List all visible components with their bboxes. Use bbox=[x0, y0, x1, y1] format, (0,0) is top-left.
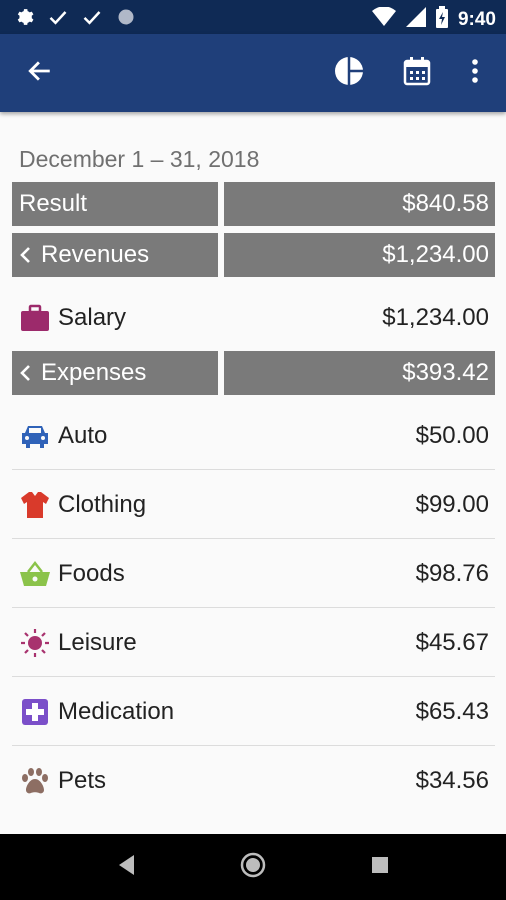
nav-home-button[interactable] bbox=[238, 852, 268, 882]
sun-icon bbox=[18, 628, 52, 658]
expenses-amount-text: $393.42 bbox=[402, 359, 489, 386]
more-vert-icon bbox=[471, 58, 479, 89]
back-button[interactable] bbox=[19, 52, 61, 94]
home-circle-icon bbox=[239, 851, 267, 884]
revenue-item-salary[interactable]: Salary $1,234.00 bbox=[12, 284, 495, 352]
expense-item-leisure[interactable]: Leisure $45.67 bbox=[12, 609, 495, 677]
expense-item-clothing[interactable]: Clothing $99.00 bbox=[12, 471, 495, 539]
item-name: Leisure bbox=[58, 628, 137, 656]
revenues-toggle[interactable]: Revenues bbox=[12, 233, 218, 277]
nav-back-button[interactable] bbox=[112, 852, 142, 882]
expenses-amount: $393.42 bbox=[224, 351, 495, 395]
calendar-button[interactable] bbox=[396, 52, 438, 94]
item-amount: $34.56 bbox=[415, 767, 489, 794]
settings-icon bbox=[14, 7, 34, 32]
circle-icon bbox=[116, 7, 136, 32]
status-time: 9:40 bbox=[457, 8, 496, 30]
medical-cross-icon bbox=[18, 697, 52, 727]
result-label: Result bbox=[12, 182, 218, 226]
expenses-label: Expenses bbox=[41, 359, 147, 386]
expenses-toggle[interactable]: Expenses bbox=[12, 351, 218, 395]
check-icon bbox=[48, 7, 68, 32]
revenues-amount-text: $1,234.00 bbox=[382, 241, 489, 268]
item-name: Salary bbox=[58, 304, 127, 331]
item-amount: $98.76 bbox=[415, 559, 489, 587]
expense-item-medication[interactable]: Medication $65.43 bbox=[12, 678, 495, 746]
result-amount-text: $840.58 bbox=[402, 190, 489, 217]
chart-button[interactable] bbox=[328, 52, 370, 94]
item-amount: $99.00 bbox=[415, 490, 489, 518]
item-amount: $65.43 bbox=[415, 697, 489, 725]
item-name: Foods bbox=[58, 559, 125, 587]
briefcase-icon bbox=[18, 303, 52, 333]
wifi-icon bbox=[371, 6, 396, 32]
pie-chart-icon bbox=[333, 55, 365, 92]
expense-item-auto[interactable]: Auto $50.00 bbox=[12, 402, 495, 470]
item-name: Pets bbox=[58, 767, 107, 794]
item-name: Auto bbox=[58, 421, 108, 449]
basket-icon bbox=[18, 559, 52, 589]
check-icon bbox=[82, 7, 102, 32]
back-arrow-icon bbox=[27, 58, 53, 89]
result-label-text: Result bbox=[19, 190, 88, 217]
revenues-label: Revenues bbox=[41, 241, 150, 268]
battery-icon bbox=[435, 6, 448, 33]
car-icon bbox=[18, 421, 52, 451]
paw-icon bbox=[18, 766, 52, 796]
recents-square-icon bbox=[370, 855, 390, 880]
chevron-left-icon bbox=[19, 246, 33, 264]
more-options-button[interactable] bbox=[454, 52, 496, 94]
chevron-left-icon bbox=[19, 364, 33, 382]
period-label[interactable]: December 1 – 31, 2018 bbox=[19, 146, 259, 173]
item-name: Medication bbox=[58, 697, 175, 725]
item-name: Clothing bbox=[58, 490, 147, 518]
system-nav-bar bbox=[0, 834, 506, 900]
nav-recents-button[interactable] bbox=[365, 852, 395, 882]
item-amount: $1,234.00 bbox=[382, 304, 489, 331]
status-bar: 9:40 bbox=[0, 0, 506, 34]
result-amount: $840.58 bbox=[224, 182, 495, 226]
item-amount: $45.67 bbox=[415, 628, 489, 656]
signal-icon bbox=[405, 7, 426, 32]
calendar-icon bbox=[403, 56, 431, 91]
app-bar bbox=[0, 34, 506, 112]
back-triangle-icon bbox=[117, 854, 137, 881]
expense-item-foods[interactable]: Foods $98.76 bbox=[12, 540, 495, 608]
revenues-amount: $1,234.00 bbox=[224, 233, 495, 277]
shirt-icon bbox=[18, 490, 52, 520]
item-amount: $50.00 bbox=[415, 421, 489, 449]
expense-item-pets[interactable]: Pets $34.56 bbox=[12, 747, 495, 815]
